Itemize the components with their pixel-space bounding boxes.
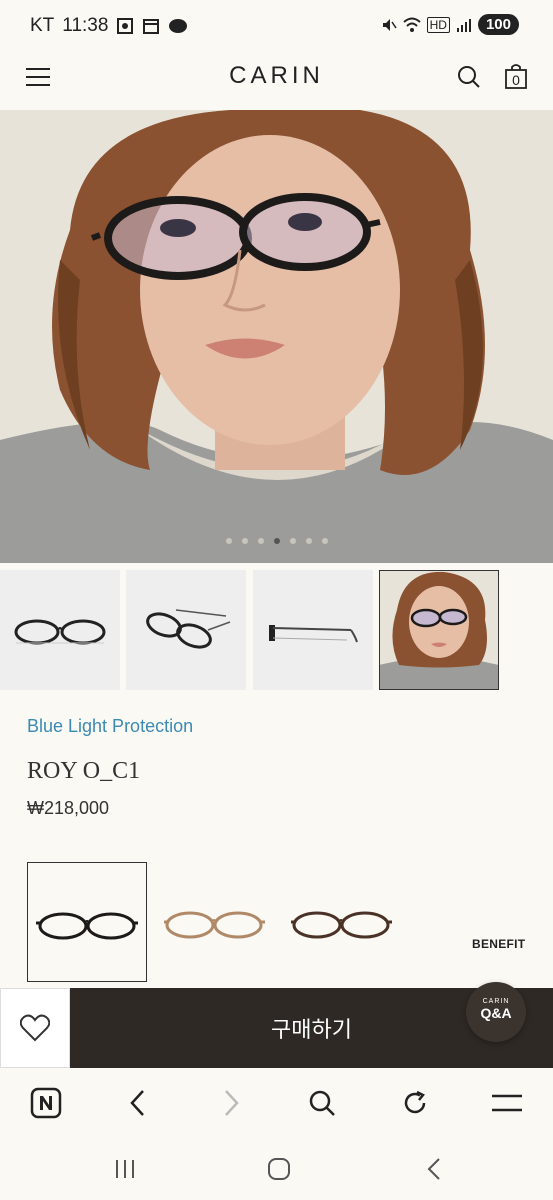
system-back-button[interactable] xyxy=(419,1154,449,1184)
carousel-dot[interactable] xyxy=(257,538,264,544)
status-bar: KT 11:38 HD 100 xyxy=(0,0,553,50)
cart-count: 0 xyxy=(512,72,520,88)
network-badge: HD xyxy=(426,16,450,33)
site-header: CARIN 0 xyxy=(0,50,553,110)
thumbnail-strip xyxy=(0,570,553,690)
home-icon xyxy=(268,1158,290,1180)
variant-option-selected[interactable] xyxy=(27,862,147,982)
qa-brand-label: CARIN xyxy=(482,998,510,1005)
carousel-dot[interactable] xyxy=(289,538,296,544)
screenshot-icon xyxy=(117,18,134,34)
refresh-icon xyxy=(404,1090,426,1114)
carrier-label: KT xyxy=(30,15,55,36)
chevron-right-icon xyxy=(225,1090,239,1116)
product-name: ROY O_C1 xyxy=(27,758,141,784)
naver-home-button[interactable] xyxy=(29,1086,63,1120)
variant-option[interactable] xyxy=(281,862,401,982)
back-icon xyxy=(427,1158,440,1180)
home-button[interactable] xyxy=(264,1154,294,1184)
model-portrait-image xyxy=(0,110,553,563)
menu-icon xyxy=(492,1094,522,1112)
glasses-tortoise-image xyxy=(291,911,392,939)
product-hero-image[interactable] xyxy=(0,110,553,563)
wifi-icon xyxy=(402,17,421,32)
model-thumbnail-image xyxy=(379,570,499,690)
thumbnail-model[interactable] xyxy=(379,570,499,690)
browser-search-button[interactable] xyxy=(305,1086,339,1120)
cart-button[interactable]: 0 xyxy=(505,63,527,89)
carousel-dot[interactable] xyxy=(321,538,328,544)
refresh-button[interactable] xyxy=(398,1086,432,1120)
thumbnail-side[interactable] xyxy=(253,570,373,690)
calendar-icon xyxy=(143,19,160,34)
glasses-front-image xyxy=(14,619,106,645)
thumbnail-front[interactable] xyxy=(0,570,120,690)
color-variant-list xyxy=(0,860,553,984)
variant-option[interactable] xyxy=(154,862,274,982)
qa-label: Q&A xyxy=(480,1005,512,1021)
chat-icon xyxy=(169,19,188,33)
product-tag[interactable]: Blue Light Protection xyxy=(27,716,193,737)
product-price: ₩218,000 xyxy=(27,798,110,818)
battery-indicator: 100 xyxy=(477,14,519,35)
glasses-black-image xyxy=(36,912,138,940)
carousel-dots xyxy=(0,538,553,544)
naver-n-icon xyxy=(30,1087,62,1119)
carousel-dot[interactable] xyxy=(305,538,312,544)
browser-menu-button[interactable] xyxy=(490,1086,524,1120)
benefit-link[interactable]: BENEFIT xyxy=(472,937,525,951)
thumbnail-angle[interactable] xyxy=(126,570,246,690)
carousel-dot[interactable] xyxy=(225,538,232,544)
glasses-angle-image xyxy=(146,609,231,649)
browser-toolbar xyxy=(0,1068,553,1136)
recent-apps-button[interactable] xyxy=(110,1154,140,1184)
glasses-brown-image xyxy=(164,911,265,939)
signal-icon xyxy=(456,18,471,32)
carousel-dot-active[interactable] xyxy=(273,538,280,544)
time-label: 11:38 xyxy=(62,15,109,36)
forward-button[interactable] xyxy=(214,1086,248,1120)
search-icon xyxy=(309,1090,335,1116)
qa-floating-button[interactable]: CARIN Q&A xyxy=(466,982,526,1042)
search-icon[interactable] xyxy=(457,65,481,89)
carousel-dot[interactable] xyxy=(241,538,248,544)
back-button[interactable] xyxy=(121,1086,155,1120)
heart-icon xyxy=(20,1014,50,1042)
system-navigation-bar xyxy=(0,1136,553,1200)
glasses-side-image xyxy=(269,625,358,643)
wishlist-button[interactable] xyxy=(0,988,70,1068)
chevron-left-icon xyxy=(130,1090,144,1116)
recent-apps-icon xyxy=(116,1160,134,1178)
mute-icon xyxy=(382,18,397,31)
